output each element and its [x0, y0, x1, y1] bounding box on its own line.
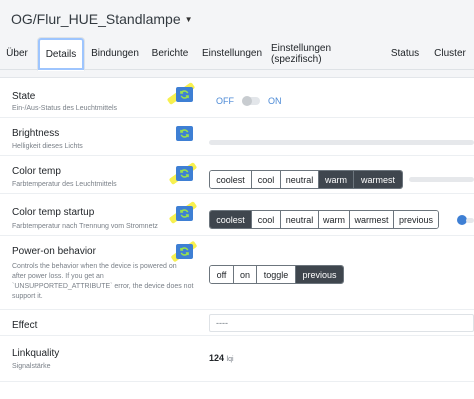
color-temp-buttons: coolest cool neutral warm warmest — [209, 170, 403, 189]
power-on-buttons: off on toggle previous — [209, 265, 344, 284]
device-title: OG/Flur_HUE_Standlampe — [11, 11, 181, 27]
linkquality-title: Linkquality — [12, 348, 60, 359]
power-on-row: Power-on behavior Controls the behavior … — [0, 236, 474, 310]
linkquality-value-group: 124 lqi — [209, 353, 234, 363]
details-panel: State Ein-/Aus-Status des Leuchtmittels … — [0, 77, 474, 399]
startup-warmest-button[interactable]: warmest — [350, 211, 394, 228]
tab-bindungen[interactable]: Bindungen — [88, 37, 142, 70]
color-temp-row: Color temp Farbtemperatur des Leuchtmitt… — [0, 156, 474, 194]
color-temp-title: Color temp — [12, 166, 61, 177]
startup-warm-button[interactable]: warm — [319, 211, 350, 228]
linkquality-desc: Signalstärke — [12, 363, 51, 370]
tab-status[interactable]: Status — [388, 37, 422, 70]
state-switch[interactable] — [242, 96, 260, 106]
device-selector[interactable]: OG/Flur_HUE_Standlampe ▼ — [11, 11, 193, 27]
tab-berichte[interactable]: Berichte — [148, 37, 192, 70]
color-temp-coolest-button[interactable]: coolest — [210, 171, 252, 188]
brightness-title: Brightness — [12, 128, 60, 139]
refresh-icon[interactable] — [176, 244, 193, 259]
color-temp-startup-row: Color temp startup Farbtemperatur nach T… — [0, 194, 474, 236]
startup-neutral-button[interactable]: neutral — [281, 211, 319, 228]
power-on-previous-button[interactable]: previous — [296, 266, 343, 283]
power-on-on-button[interactable]: on — [234, 266, 257, 283]
refresh-icon[interactable] — [176, 126, 193, 141]
tab-einstellungen-spezifisch[interactable]: Einstellungen (spezifisch) — [271, 37, 381, 70]
startup-cool-button[interactable]: cool — [252, 211, 281, 228]
power-on-desc-4: support it. — [12, 293, 43, 300]
startup-slider[interactable] — [466, 218, 474, 223]
color-temp-cool-button[interactable]: cool — [252, 171, 281, 188]
refresh-icon[interactable] — [176, 166, 193, 181]
power-on-desc-3: `UNSUPPORTED_ATTRIBUTE` error, the devic… — [12, 283, 194, 290]
tab-bar: Über Details Bindungen Berichte Einstell… — [0, 37, 474, 71]
refresh-icon[interactable] — [176, 87, 193, 102]
effect-title: Effect — [12, 320, 38, 331]
color-temp-startup-title: Color temp startup — [12, 207, 95, 218]
tab-details[interactable]: Details — [37, 37, 85, 71]
state-desc: Ein-/Aus-Status des Leuchtmittels — [12, 105, 118, 112]
effect-select[interactable]: ---- — [209, 314, 474, 332]
brightness-row: Brightness Helligkeit dieses Lichts — [0, 118, 474, 156]
color-temp-neutral-button[interactable]: neutral — [281, 171, 319, 188]
state-off-label: OFF — [216, 96, 234, 106]
effect-row: Effect ---- — [0, 310, 474, 336]
state-on-label: ON — [268, 96, 282, 106]
startup-coolest-button[interactable]: coolest — [210, 211, 252, 228]
header: OG/Flur_HUE_Standlampe ▼ — [0, 0, 474, 37]
refresh-icon[interactable] — [176, 206, 193, 221]
power-on-off-button[interactable]: off — [210, 266, 234, 283]
linkquality-unit: lqi — [226, 356, 234, 363]
color-temp-warm-button[interactable]: warm — [319, 171, 354, 188]
tab-einstellungen[interactable]: Einstellungen — [198, 37, 266, 70]
power-on-title: Power-on behavior — [12, 246, 96, 257]
state-toggle[interactable]: OFF ON — [216, 96, 282, 106]
power-on-desc-2: after power loss. If you get an — [12, 273, 104, 280]
color-temp-desc: Farbtemperatur des Leuchtmittels — [12, 181, 117, 188]
color-temp-warmest-button[interactable]: warmest — [354, 171, 402, 188]
startup-previous-button[interactable]: previous — [394, 211, 438, 228]
brightness-slider[interactable] — [209, 140, 474, 145]
power-on-desc-1: Controls the behavior when the device is… — [12, 263, 177, 270]
tab-uber[interactable]: Über — [0, 37, 34, 70]
color-temp-startup-buttons: coolest cool neutral warm warmest previo… — [209, 210, 439, 229]
color-temp-slider[interactable] — [409, 177, 474, 182]
state-row: State Ein-/Aus-Status des Leuchtmittels … — [0, 78, 474, 118]
chevron-down-icon: ▼ — [184, 14, 193, 24]
power-on-toggle-button[interactable]: toggle — [257, 266, 296, 283]
linkquality-value: 124 — [209, 353, 225, 363]
brightness-desc: Helligkeit dieses Lichts — [12, 143, 83, 150]
color-temp-startup-desc: Farbtemperatur nach Trennung vom Stromne… — [12, 223, 158, 230]
tab-cluster[interactable]: Cluster — [430, 37, 470, 70]
state-title: State — [12, 91, 36, 102]
linkquality-row: Linkquality Signalstärke 124 lqi — [0, 336, 474, 382]
